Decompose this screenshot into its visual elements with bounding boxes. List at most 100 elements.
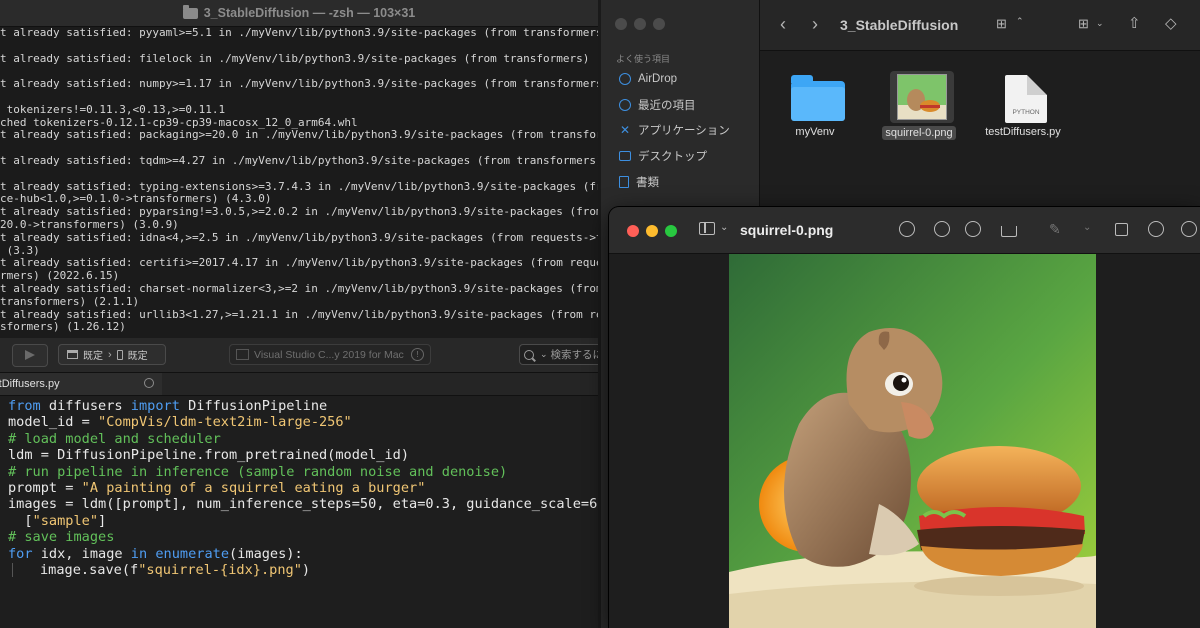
- squirrel-image: [729, 254, 1096, 628]
- ide-window[interactable]: 既定 › 既定 Visual Studio C...y 2019 for Mac…: [0, 338, 598, 628]
- sidebar-item-desktop[interactable]: デスクトップ: [619, 147, 707, 165]
- file-item-myvenv[interactable]: myVenv: [760, 63, 870, 153]
- clock-icon: [619, 99, 631, 111]
- share-icon[interactable]: [1001, 226, 1017, 237]
- code-line: # load model and scheduler: [8, 430, 221, 447]
- code-line: prompt = "A painting of a squirrel eatin…: [8, 479, 426, 496]
- folder-icon: [182, 4, 198, 19]
- terminal-titlebar[interactable]: 3_StableDiffusion — -zsh — 103×31: [0, 0, 598, 27]
- code-editor[interactable]: from diffusers import DiffusionPipeline …: [0, 398, 598, 578]
- search-placeholder: 検索するに: [550, 349, 598, 361]
- terminal-window[interactable]: 3_StableDiffusion — -zsh — 103×31 t alre…: [0, 0, 598, 338]
- tag-icon[interactable]: ◇: [1165, 14, 1177, 32]
- visual-studio-icon: [236, 349, 249, 360]
- chevron-down-icon[interactable]: ⌄: [1096, 18, 1104, 29]
- sidebar-item-documents[interactable]: 書類: [619, 173, 659, 191]
- ide-toolbar: 既定 › 既定 Visual Studio C...y 2019 for Mac…: [0, 338, 598, 373]
- python-file-icon: PYTHON: [1005, 75, 1047, 123]
- document-icon: [619, 176, 629, 188]
- back-button[interactable]: ‹: [780, 14, 786, 35]
- tab-testdiffusers[interactable]: testDiffusers.py: [0, 373, 162, 395]
- code-line: ldm = DiffusionPipeline.from_pretrained(…: [8, 447, 410, 464]
- zoom-button[interactable]: [653, 18, 665, 30]
- rotate-icon[interactable]: [1115, 223, 1128, 236]
- info-icon[interactable]: !: [411, 348, 424, 361]
- close-tab-icon[interactable]: [144, 378, 154, 388]
- tab-label: testDiffusers.py: [0, 378, 60, 390]
- preview-window[interactable]: ⌄ squirrel-0.png ✎ ⌄: [609, 207, 1200, 628]
- forward-button[interactable]: ›: [812, 14, 818, 35]
- markup-icon[interactable]: [1148, 221, 1164, 237]
- search-icon[interactable]: [1181, 221, 1197, 237]
- device-label: 既定: [127, 351, 148, 362]
- zoom-button[interactable]: [665, 225, 677, 237]
- window-title: 3_StableDiffusion: [840, 17, 959, 33]
- sidebar-toggle-icon[interactable]: [699, 222, 715, 235]
- file-item-testdiffusers-py[interactable]: PYTHON testDiffusers.py: [968, 63, 1078, 153]
- window-icon: [67, 350, 78, 359]
- terminal-line: sformers) (1.26.12): [0, 320, 126, 334]
- minimize-button[interactable]: [646, 225, 658, 237]
- document-title: squirrel-0.png: [740, 222, 834, 238]
- terminal-line: t already satisfied: pyyaml>=5.1 in ./my…: [0, 26, 598, 39]
- zoom-out-icon[interactable]: [934, 221, 950, 237]
- code-line: from diffusers import DiffusionPipeline: [8, 398, 328, 414]
- code-line: # save images: [8, 529, 115, 546]
- terminal-title: 3_StableDiffusion — -zsh — 103×31: [203, 6, 416, 20]
- device-icon: [116, 349, 123, 360]
- configuration-selector[interactable]: 既定 › 既定: [58, 344, 166, 365]
- search-input[interactable]: ⌄ 検索するに: [519, 344, 598, 365]
- sidebar-item-airdrop[interactable]: AirDrop: [619, 70, 677, 88]
- code-line: # run pipeline in inference (sample rand…: [8, 463, 508, 480]
- terminal-output[interactable]: t already satisfied: pyyaml>=5.1 in ./my…: [0, 26, 598, 334]
- desktop-icon: [619, 151, 631, 161]
- status-text: Visual Studio C...y 2019 for Mac: [254, 348, 404, 361]
- sidebar-item-recents[interactable]: 最近の項目: [619, 96, 696, 114]
- status-bar: Visual Studio C...y 2019 for Mac !: [229, 344, 431, 365]
- terminal-line: tokenizers!=0.11.3,<0.13,>=0.11.1: [0, 102, 226, 116]
- code-line: images = ldm([prompt], num_inference_ste…: [8, 496, 598, 513]
- search-icon: [524, 349, 534, 360]
- terminal-line: t already satisfied: packaging>=20.0 in …: [0, 128, 598, 142]
- chevron-down-icon[interactable]: ⌄: [1083, 222, 1091, 233]
- zoom-in-icon[interactable]: [965, 221, 981, 237]
- view-grid-icon[interactable]: ⊞: [996, 16, 1007, 32]
- terminal-line: 20.0->transformers) (3.0.9): [0, 217, 179, 231]
- terminal-line: t already satisfied: charset-normalizer<…: [0, 281, 598, 295]
- chevron-right-icon: ›: [108, 348, 112, 361]
- preview-toolbar: ⌄ squirrel-0.png ✎ ⌄: [609, 207, 1200, 254]
- file-item-squirrel-png[interactable]: squirrel-0.png: [864, 63, 974, 153]
- terminal-line: transformers) (2.1.1): [0, 294, 140, 308]
- folder-icon: [791, 75, 845, 121]
- terminal-line: t already satisfied: idna<4,>=2.5 in ./m…: [0, 230, 598, 244]
- minimize-button[interactable]: [634, 18, 646, 30]
- airdrop-icon: [619, 73, 631, 85]
- code-line: model_id = "CompVis/ldm-text2im-large-25…: [8, 414, 352, 431]
- close-button[interactable]: [615, 18, 627, 30]
- sidebar-item-applications[interactable]: ✕ アプリケーション: [619, 121, 730, 139]
- terminal-line: t already satisfied: tqdm>=4.27 in ./myV…: [0, 153, 598, 167]
- group-icon[interactable]: ⊞: [1078, 16, 1089, 32]
- sidebar-section-favorites: よく使う項目: [616, 54, 671, 64]
- finder-toolbar: ‹ › 3_StableDiffusion ⊞ ⌃ ⊞ ⌄ ⇧ ◇: [760, 0, 1200, 51]
- applications-icon: ✕: [619, 123, 631, 137]
- markup-pen-icon[interactable]: ✎: [1049, 221, 1065, 237]
- indent-guide: [12, 562, 13, 577]
- run-button[interactable]: [12, 344, 48, 367]
- code-line: ["sample"]: [8, 512, 107, 529]
- chevron-down-icon[interactable]: ⌄: [720, 222, 728, 233]
- code-line: image.save(f"squirrel-{idx}.png"): [0, 562, 598, 578]
- chevron-down-icon: ⌄: [540, 349, 548, 359]
- image-thumbnail-icon: [897, 74, 947, 120]
- configuration-label: 既定: [83, 351, 103, 362]
- chevron-updown-icon[interactable]: ⌃: [1016, 16, 1024, 27]
- terminal-line: t already satisfied: numpy>=1.17 in ./my…: [0, 77, 598, 91]
- share-icon[interactable]: ⇧: [1128, 14, 1141, 32]
- editor-tabbar: testDiffusers.py: [0, 373, 598, 396]
- close-button[interactable]: [627, 225, 639, 237]
- info-icon[interactable]: [899, 221, 915, 237]
- preview-canvas: [609, 254, 1200, 628]
- terminal-line: t already satisfied: filelock in ./myVen…: [0, 51, 598, 65]
